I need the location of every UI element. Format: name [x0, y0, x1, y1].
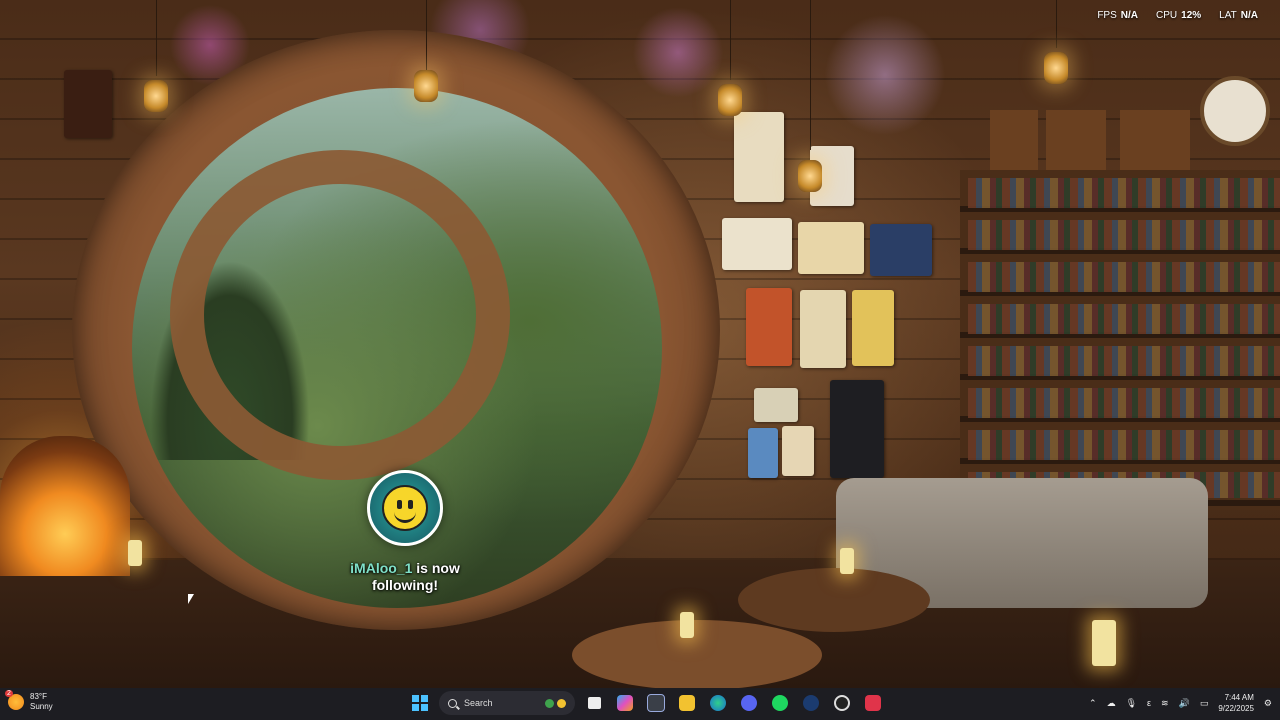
- fps-stat: FPS N/A: [1097, 10, 1138, 21]
- onedrive-icon[interactable]: ☁: [1107, 698, 1116, 709]
- performance-overlay: FPS N/A CPU 12% LAT N/A: [1097, 10, 1258, 21]
- fps-label: FPS: [1097, 10, 1117, 21]
- hanging-lantern-icon: [1044, 52, 1068, 84]
- lamp-cord: [730, 0, 731, 80]
- weather-condition: Sunny: [30, 702, 53, 711]
- follow-alert-text: iMAloo_1 is now following!: [330, 560, 480, 594]
- wifi-icon[interactable]: ≋: [1161, 698, 1169, 709]
- vintage-sign: [64, 70, 112, 138]
- desktop-wallpaper: [0, 0, 1280, 688]
- candle-icon: [1092, 620, 1116, 666]
- lamp-cord: [1056, 0, 1057, 48]
- fireplace: [0, 436, 130, 576]
- store-icon[interactable]: [644, 691, 668, 715]
- hanging-lantern-icon: [414, 70, 438, 102]
- weather-badge: 2: [5, 690, 13, 697]
- spotify-icon[interactable]: [768, 691, 792, 715]
- candle-icon: [680, 612, 694, 638]
- system-tray: ⌃ ☁ 🎙 ε ≋ 🔊 ▭ 7:44 AM 9/22/2025 ⚙: [1089, 692, 1272, 714]
- candle-icon: [840, 548, 854, 574]
- copilot-icon[interactable]: [613, 691, 637, 715]
- lat-value: N/A: [1240, 10, 1258, 21]
- hamburgers-sign: [722, 218, 792, 270]
- search-icon: [448, 698, 457, 708]
- hanging-lantern-icon: [718, 84, 742, 116]
- taskbar-clock[interactable]: 7:44 AM 9/22/2025: [1218, 692, 1254, 714]
- obs-icon[interactable]: [830, 691, 854, 715]
- follow-line2: following!: [371, 577, 439, 593]
- coffee-menu-sign: [830, 380, 884, 478]
- fps-value: N/A: [1120, 10, 1139, 21]
- lamp-cord: [156, 0, 157, 76]
- edge-icon[interactable]: [706, 691, 730, 715]
- coffee-table: [572, 620, 822, 688]
- follow-line1: is now: [412, 560, 460, 576]
- cpu-stat: CPU 12%: [1156, 10, 1201, 21]
- mouse-cursor-icon: [188, 594, 194, 604]
- sun-icon: 2: [5, 690, 24, 710]
- clock-time: 7:44 AM: [1224, 693, 1254, 702]
- battery-icon[interactable]: ▭: [1200, 698, 1209, 709]
- hanging-lantern-icon: [144, 80, 168, 112]
- weather-temp: 83°F: [30, 692, 47, 701]
- task-view-icon[interactable]: [582, 691, 606, 715]
- volume-icon[interactable]: 🔊: [1179, 698, 1190, 709]
- microphone-icon[interactable]: 🎙: [1126, 698, 1137, 709]
- taskbar-apps: Search: [408, 691, 885, 715]
- file-explorer-icon[interactable]: [675, 691, 699, 715]
- search-highlight-icon: [545, 698, 566, 708]
- vintage-sign: [782, 426, 814, 476]
- hanging-lantern-icon: [798, 160, 822, 192]
- steam-icon[interactable]: [799, 691, 823, 715]
- wooden-tunnel: [170, 150, 510, 480]
- lamp-cord: [810, 0, 811, 150]
- smiley-icon: [382, 485, 428, 531]
- cpu-label: CPU: [1156, 10, 1178, 21]
- sundae-sign: [852, 290, 894, 366]
- discord-icon[interactable]: [737, 691, 761, 715]
- books: [968, 178, 1280, 498]
- hotdogs-sign: [746, 288, 792, 366]
- app-red-icon[interactable]: [861, 691, 885, 715]
- windows-icon: [412, 695, 428, 711]
- taskbar-search[interactable]: Search: [439, 691, 575, 715]
- avatar: [367, 470, 443, 546]
- lat-stat: LAT N/A: [1219, 10, 1258, 21]
- weather-widget[interactable]: 2 83°F Sunny: [5, 690, 53, 712]
- start-button[interactable]: [408, 691, 432, 715]
- eat-here-sign: [798, 222, 864, 274]
- coffee-table: [738, 568, 930, 632]
- candle-icon: [128, 540, 142, 566]
- lat-label: LAT: [1219, 10, 1237, 21]
- lamp-cord: [426, 0, 427, 70]
- notification-icon[interactable]: ⚙: [1264, 698, 1272, 709]
- follow-alert: iMAloo_1 is now following!: [330, 470, 480, 594]
- vintage-sign: [748, 428, 778, 478]
- search-placeholder: Search: [464, 698, 493, 708]
- follower-username: iMAloo_1: [350, 560, 413, 576]
- chevron-up-icon[interactable]: ⌃: [1089, 698, 1097, 709]
- calendar-sign: [734, 112, 784, 202]
- taskbar: 2 83°F Sunny Search ⌃ ☁ 🎙 ε ≋ 🔊 ▭ 7:44 A…: [0, 688, 1280, 720]
- cpu-value: 12%: [1181, 10, 1202, 21]
- wall-clock-icon: [1200, 76, 1270, 146]
- pepsi-sign: [870, 224, 932, 276]
- clock-date: 9/22/2025: [1218, 704, 1254, 713]
- coffee-sign: [754, 388, 798, 422]
- ime-icon[interactable]: ε: [1147, 698, 1151, 708]
- hotdogs-sign: [800, 290, 846, 368]
